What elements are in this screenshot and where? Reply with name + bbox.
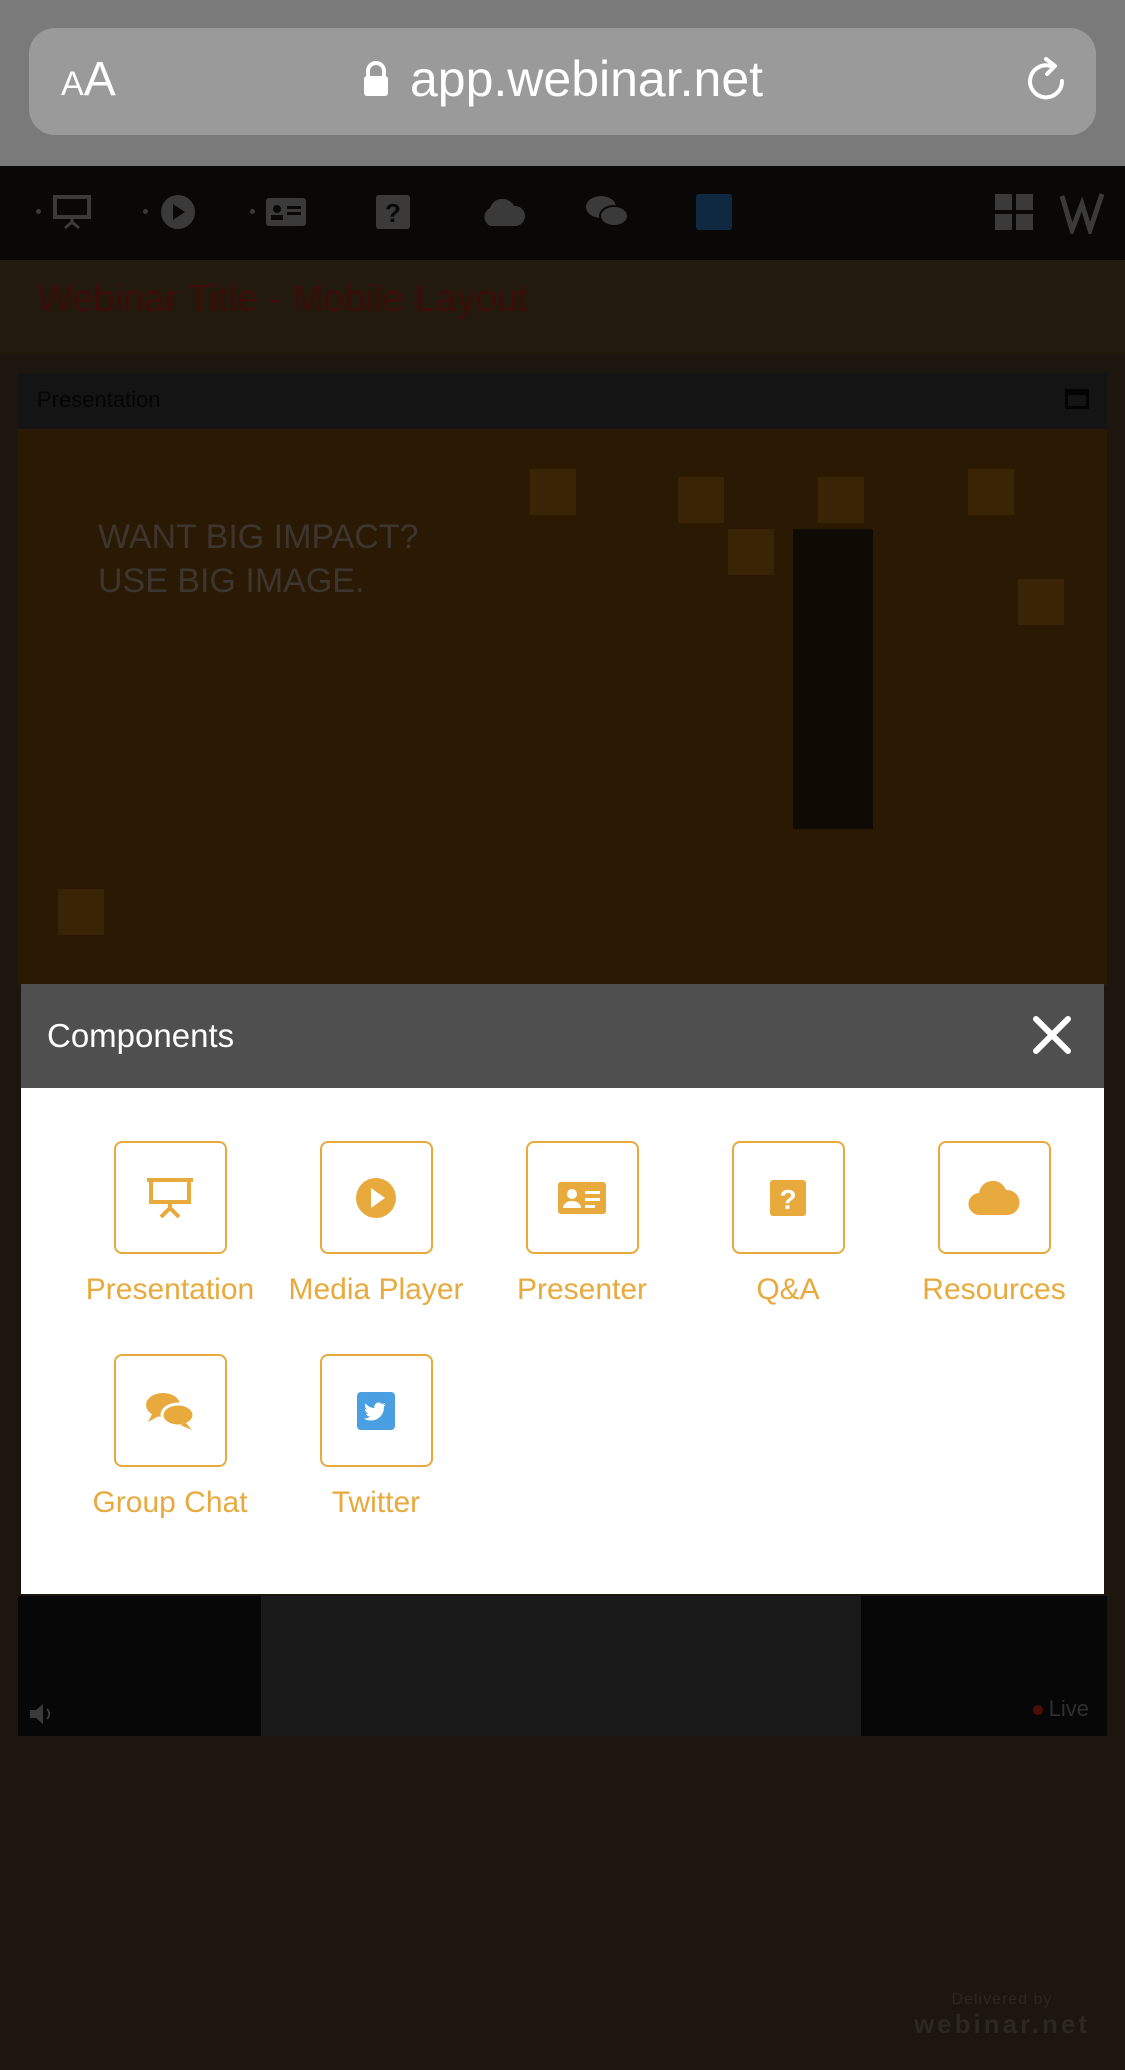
- component-label: Twitter: [331, 1486, 421, 1519]
- browser-chrome: AA app.webinar.net: [0, 0, 1125, 166]
- url-display[interactable]: app.webinar.net: [29, 50, 1096, 108]
- modal-title: Components: [47, 1017, 235, 1054]
- volume-icon[interactable]: [28, 1701, 54, 1727]
- slide-decoration: [1018, 579, 1064, 625]
- component-twitter[interactable]: Twitter: [273, 1354, 479, 1520]
- cloud-icon: [968, 1180, 1020, 1215]
- chat-icon: [146, 1392, 196, 1430]
- component-resources-box[interactable]: [937, 1141, 1051, 1254]
- slide-decoration: [728, 529, 774, 575]
- component-label: Presenter: [516, 1273, 648, 1306]
- title-bar: Webinar Title - Mobile Layout: [0, 260, 1125, 354]
- svg-text:?: ?: [385, 198, 401, 228]
- grid-menu-icon[interactable]: [994, 194, 1034, 230]
- close-icon[interactable]: [1028, 1011, 1076, 1059]
- component-toolbar: ?: [0, 166, 1125, 260]
- maximize-icon[interactable]: [1065, 389, 1089, 409]
- toolbar-cloud-icon[interactable]: [478, 194, 526, 230]
- toolbar-dot: [36, 209, 41, 214]
- lock-icon: [363, 60, 388, 96]
- question-icon: ?: [770, 1179, 806, 1216]
- component-presenter[interactable]: Presenter: [479, 1141, 685, 1307]
- component-resources[interactable]: Resources: [891, 1141, 1097, 1307]
- components-modal: Components Presentation Media Player Pre…: [21, 984, 1104, 1594]
- component-media-player-box[interactable]: [319, 1141, 433, 1254]
- toolbar-chat-icon[interactable]: [585, 194, 629, 230]
- slide-doorway: [793, 529, 873, 829]
- svg-text:?: ?: [779, 1184, 796, 1215]
- presentation-panel-label: Presentation: [37, 387, 161, 412]
- modal-header: Components: [21, 984, 1104, 1088]
- toolbar-dot: [250, 209, 255, 214]
- id-card-icon: [558, 1181, 606, 1214]
- component-twitter-box[interactable]: [319, 1354, 433, 1467]
- live-dot-icon: [1032, 1705, 1043, 1716]
- video-player[interactable]: Live: [18, 1596, 1107, 1736]
- slide-decoration: [678, 477, 724, 523]
- live-indicator: Live: [1032, 1696, 1089, 1722]
- address-bar[interactable]: AA app.webinar.net: [29, 28, 1096, 135]
- component-label: Resources: [922, 1273, 1066, 1306]
- video-frame: [261, 1596, 861, 1736]
- reload-icon[interactable]: [1018, 53, 1074, 109]
- component-presentation-box[interactable]: [113, 1141, 227, 1254]
- component-label: Presentation: [85, 1273, 255, 1306]
- presentation-panel-header: Presentation: [18, 373, 1107, 429]
- component-label: Group Chat: [92, 1486, 248, 1519]
- webinar-logo-icon: [1059, 193, 1105, 234]
- slide-decoration: [530, 469, 576, 515]
- component-group-chat-box[interactable]: [113, 1354, 227, 1467]
- toolbar-question-icon[interactable]: ?: [373, 194, 413, 230]
- play-icon: [356, 1177, 396, 1218]
- webinar-title: Webinar Title - Mobile Layout: [37, 278, 529, 320]
- toolbar-id-card-icon[interactable]: [266, 194, 306, 230]
- toolbar-dot: [143, 209, 148, 214]
- presentation-icon: [147, 1177, 193, 1218]
- url-text: app.webinar.net: [409, 51, 764, 107]
- component-label: Media Player: [288, 1273, 464, 1306]
- delivered-by: Delivered by webinar.net: [913, 1991, 1090, 2039]
- presentation-slide: WANT BIG IMPACT? USE BIG IMAGE.: [18, 429, 1107, 985]
- slide-decoration: [818, 477, 864, 523]
- component-group-chat[interactable]: Group Chat: [67, 1354, 273, 1520]
- component-label: Q&A: [756, 1273, 820, 1306]
- component-qa-box[interactable]: ?: [731, 1141, 845, 1254]
- toolbar-presentation-icon[interactable]: [52, 194, 92, 230]
- component-qa[interactable]: ? Q&A: [685, 1141, 891, 1307]
- twitter-icon: [357, 1391, 395, 1430]
- toolbar-twitter-icon[interactable]: [694, 194, 734, 230]
- slide-text: WANT BIG IMPACT? USE BIG IMAGE.: [98, 518, 419, 600]
- component-media-player[interactable]: Media Player: [273, 1141, 479, 1307]
- component-presentation[interactable]: Presentation: [67, 1141, 273, 1307]
- toolbar-play-icon[interactable]: [158, 194, 198, 230]
- component-presenter-box[interactable]: [525, 1141, 639, 1254]
- slide-decoration: [968, 469, 1014, 515]
- slide-decoration: [58, 889, 104, 935]
